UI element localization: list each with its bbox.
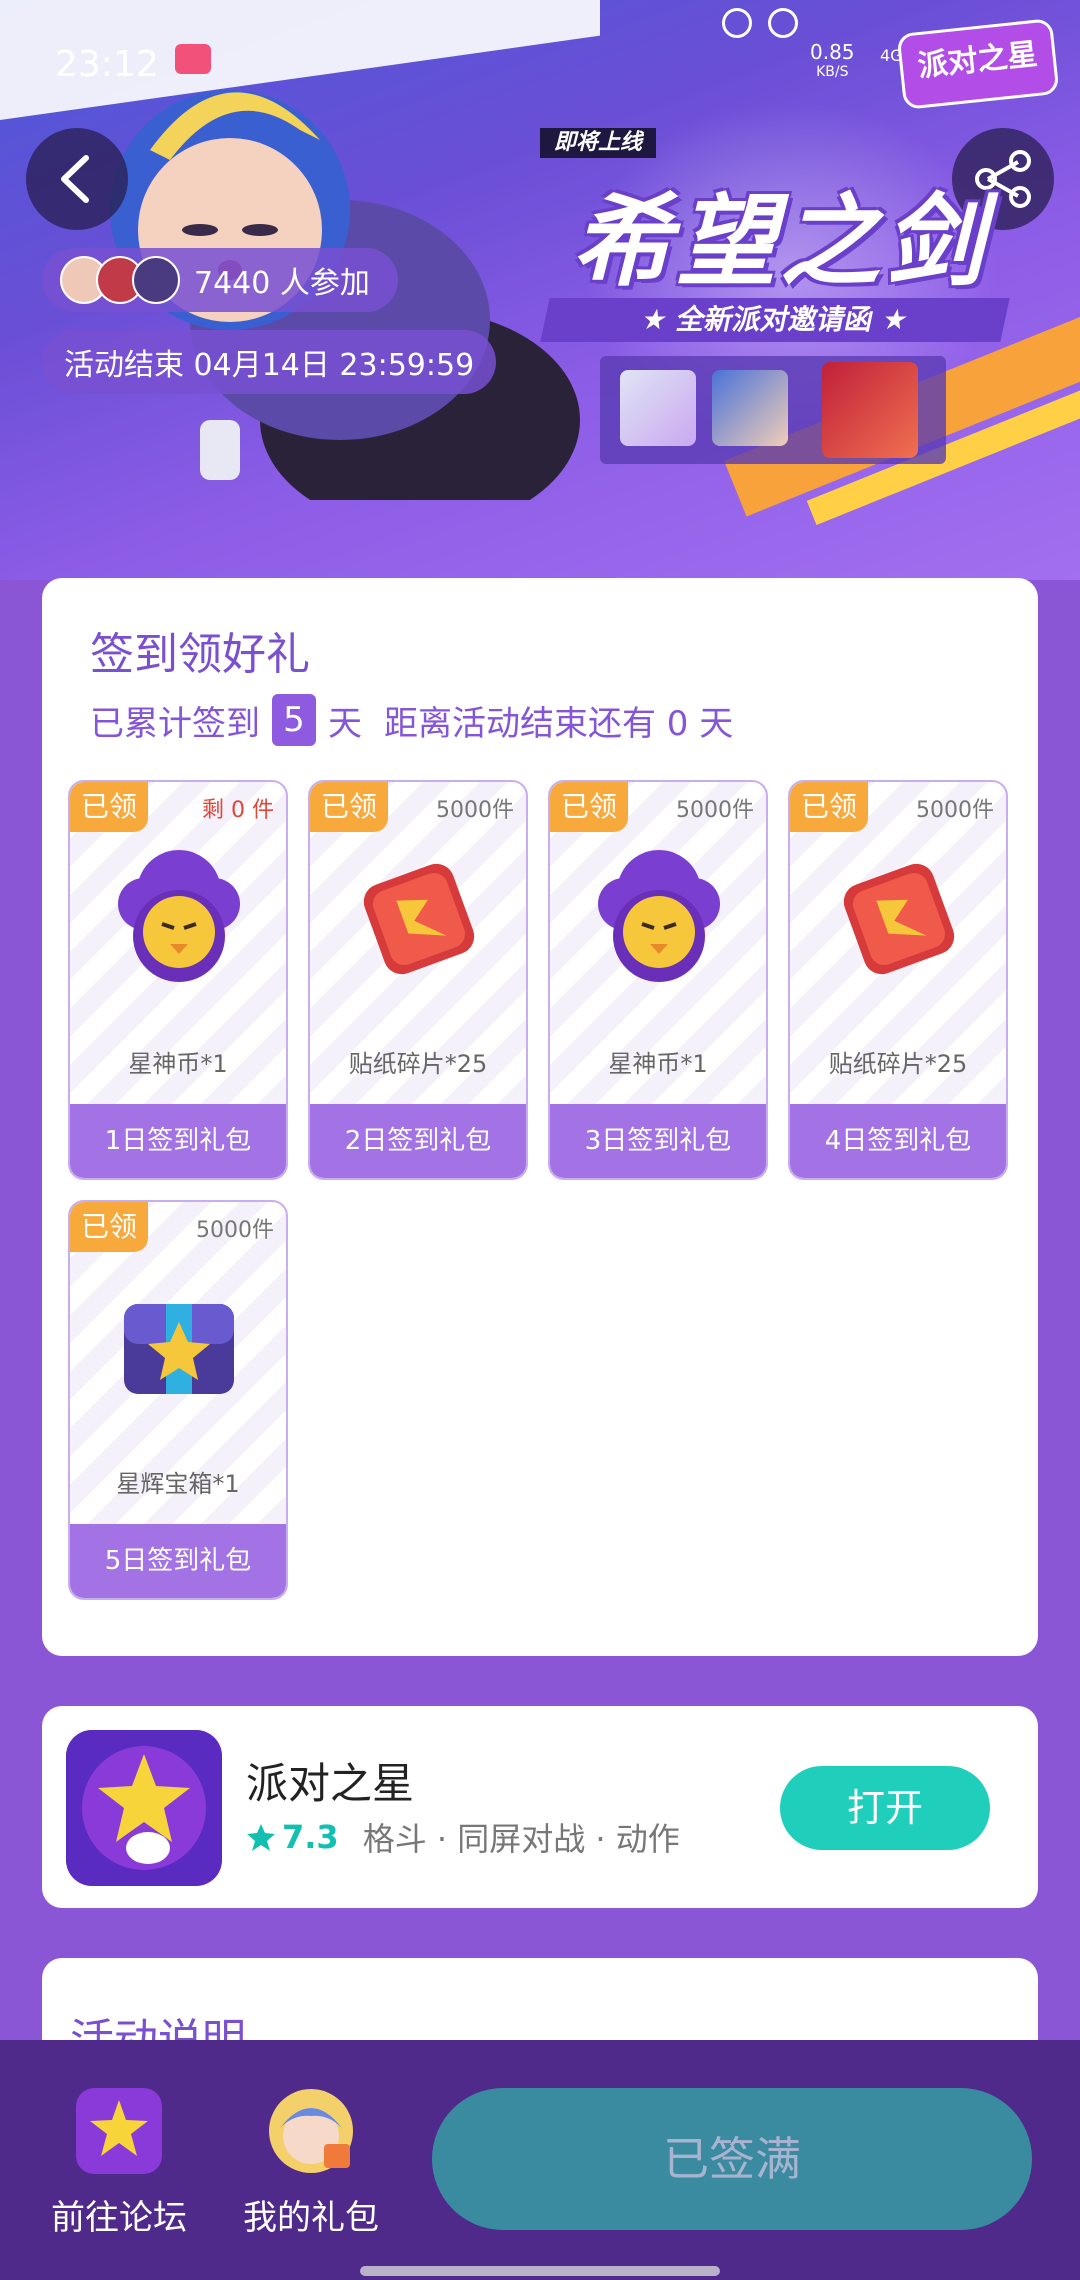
star-coin-icon — [118, 850, 240, 982]
signin-title: 签到领好礼 — [90, 629, 310, 680]
gift-card-day-5[interactable]: 已领 5000件 星辉宝箱*1 5日签到礼包 — [68, 1200, 288, 1600]
gift-name: 贴纸碎片*25 — [348, 1050, 488, 1078]
remaining-days-text: 距离活动结束还有 0 天 — [384, 703, 734, 744]
alarm-icon — [768, 8, 798, 38]
signin-days: 5 — [272, 694, 316, 746]
gift-label: 1日签到礼包 — [70, 1104, 286, 1178]
event-subtitle: ★ 全新派对邀请函 ★ — [540, 298, 1010, 342]
gift-avatar-icon — [269, 2089, 353, 2173]
character-avatar-icon — [712, 370, 788, 446]
gift-card-day-1[interactable]: 已领 剩 0 件 星神币*1 1日签到礼包 — [68, 780, 288, 1180]
claimed-tag: 已领 — [310, 782, 388, 832]
gift-card-day-2[interactable]: 已领 5000件 贴纸碎片*25 2日签到礼包 — [308, 780, 528, 1180]
gift-label: 2日签到礼包 — [310, 1104, 526, 1178]
my-gifts-nav-item[interactable]: 我的礼包 — [236, 2088, 386, 2239]
my-gifts-label: 我的礼包 — [243, 2198, 379, 2238]
forum-nav-item[interactable]: 前往论坛 — [44, 2088, 194, 2239]
app-forum-icon — [76, 2088, 162, 2174]
gift-card-day-4[interactable]: 已领 5000件 贴纸碎片*25 4日签到礼包 — [788, 780, 1008, 1180]
app-rating: 7.3 — [282, 1818, 339, 1856]
brand-logo: 派对之星 — [896, 18, 1060, 110]
stock-count: 剩 0 件 — [202, 798, 274, 823]
signed-full-button[interactable]: 已签满 — [432, 2088, 1032, 2230]
participants-count: 7440 人参加 — [194, 266, 370, 301]
gift-name: 星神币*1 — [128, 1050, 228, 1078]
signin-card: 签到领好礼 已累计签到 5 天 距离活动结束还有 0 天 已领 剩 0 件 星神… — [42, 578, 1038, 1656]
gift-name: 贴纸碎片*25 — [828, 1050, 968, 1078]
signin-summary: 已累计签到 5 天 距离活动结束还有 0 天 — [90, 694, 733, 746]
claimed-tag: 已领 — [70, 1202, 148, 1252]
back-button[interactable] — [26, 128, 128, 230]
app-card: 派对之星 7.3 格斗 · 同屏对战 · 动作 打开 — [42, 1706, 1038, 1908]
gift-name: 星辉宝箱*1 — [116, 1470, 240, 1498]
stock-count: 5000件 — [436, 798, 514, 823]
app-tags: 格斗 · 同屏对战 · 动作 — [362, 1820, 680, 1858]
bilibili-app-icon — [175, 44, 211, 74]
forum-label: 前往论坛 — [51, 2198, 187, 2238]
bottom-action-bar: 前往论坛 我的礼包 已签满 — [0, 2040, 1080, 2280]
gift-label: 5日签到礼包 — [70, 1524, 286, 1598]
chevron-left-icon — [61, 155, 89, 203]
claimed-tag: 已领 — [70, 782, 148, 832]
open-app-button[interactable]: 打开 — [780, 1766, 990, 1850]
coming-soon-label: 即将上线 — [540, 128, 657, 158]
hero-banner: 23:12 0.85 KB/S 4G 派对之星 7440 人参加 活动结束 04… — [0, 0, 1080, 580]
claimed-tag: 已领 — [550, 782, 628, 832]
sticker-shard-icon — [363, 863, 475, 975]
treasure-chest-icon — [124, 1304, 234, 1394]
app-icon[interactable] — [66, 1730, 222, 1886]
star-icon — [247, 1824, 275, 1851]
reward-preview-strip — [600, 356, 946, 464]
gift-label: 3日签到礼包 — [550, 1104, 766, 1178]
clock: 23:12 — [55, 44, 159, 85]
star-coin-icon — [598, 850, 720, 982]
gift-card-day-3[interactable]: 已领 5000件 星神币*1 3日签到礼包 — [548, 780, 768, 1180]
stock-count: 5000件 — [676, 798, 754, 823]
paint-tube-icon — [620, 370, 696, 446]
stock-count: 5000件 — [916, 798, 994, 823]
gift-name: 星神币*1 — [608, 1050, 708, 1078]
gift-label: 4日签到礼包 — [790, 1104, 1006, 1178]
home-indicator[interactable] — [360, 2266, 720, 2276]
end-time-text: 活动结束 04月14日 23:59:59 — [64, 348, 475, 383]
weapon-skin-icon — [822, 362, 918, 458]
stock-count: 5000件 — [196, 1218, 274, 1243]
event-title: 希望之剑 — [572, 183, 988, 300]
end-time-pill: 活动结束 04月14日 23:59:59 — [42, 330, 497, 394]
sticker-shard-icon — [843, 863, 955, 975]
app-meta: 7.3 格斗 · 同屏对战 · 动作 — [246, 1814, 680, 1860]
network-speed: 0.85 KB/S — [810, 40, 855, 80]
mute-icon — [722, 8, 752, 38]
app-name: 派对之星 — [246, 1759, 415, 1808]
claimed-tag: 已领 — [790, 782, 868, 832]
participants-pill: 7440 人参加 — [42, 248, 398, 312]
avatar — [132, 256, 180, 304]
